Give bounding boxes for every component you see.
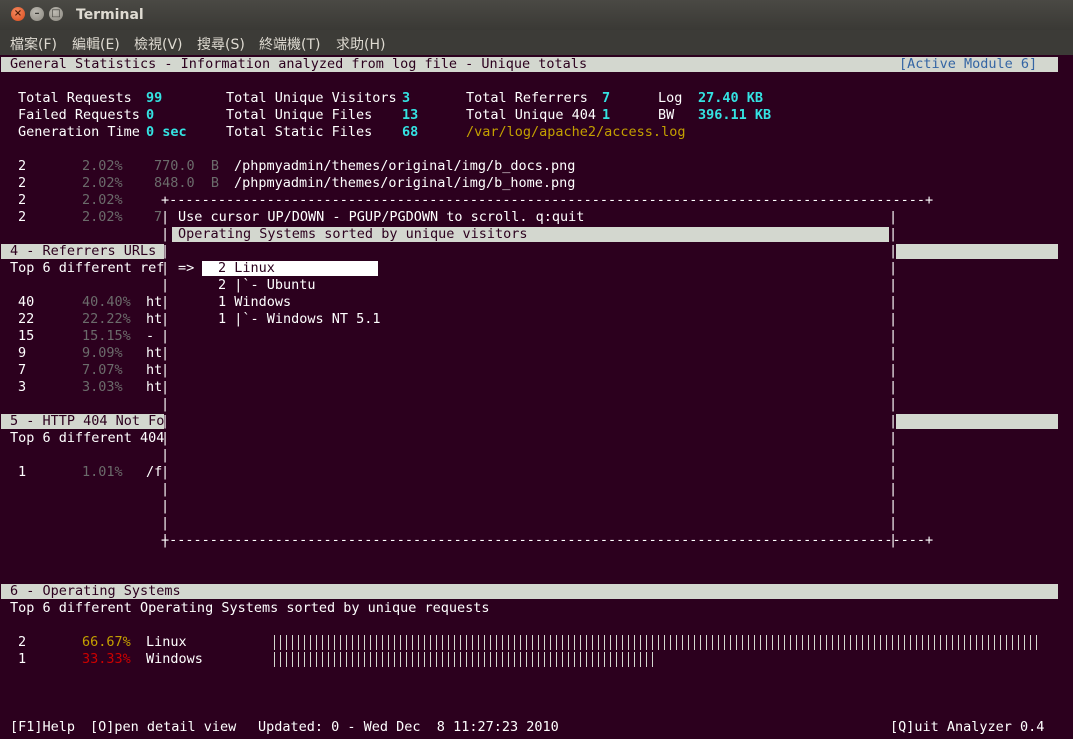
file-percent: 2.02% (82, 175, 123, 191)
file-count: 2 (18, 175, 27, 191)
os-title: 6 - Operating Systems (10, 583, 181, 599)
notfound-url: /f (146, 464, 163, 480)
file-size: 770.0 B (154, 158, 220, 174)
bandwidth-label: BW (658, 107, 675, 123)
menu-terminal[interactable]: 終端機(T) (259, 34, 320, 54)
os-subtitle: Top 6 different Operating Systems sorted… (10, 600, 490, 616)
dialog-item[interactable]: 1 |`- Windows NT 5.1 (218, 311, 381, 328)
os-name: Windows (146, 651, 203, 667)
dialog-hint: Use cursor UP/DOWN - PGUP/PGDOWN to scro… (178, 209, 585, 225)
static-files-label: Total Static Files (226, 124, 373, 140)
os-percent: 66.67% (82, 634, 131, 650)
referrer-count: 3 (18, 379, 27, 395)
referrers-title: 4 - Referrers URLs (10, 243, 157, 259)
file-percent: 2.02% (82, 209, 123, 225)
failed-requests-value: 0 (146, 107, 155, 123)
os-name: Linux (146, 634, 187, 650)
menu-search[interactable]: 搜尋(S) (197, 34, 245, 54)
quit-shortcut[interactable]: [Q]uit Analyzer 0.4 (890, 719, 1044, 736)
dialog-item-selected[interactable]: 2 Linux (218, 260, 275, 277)
log-size-label: Log (658, 90, 683, 106)
referrer-percent: 7.07% (82, 362, 123, 378)
os-percent: 33.33% (82, 651, 131, 667)
os-count: 2 (18, 634, 27, 650)
menubar: 檔案(F) 編輯(E) 檢視(V) 搜尋(S) 終端機(T) 求助(H) (0, 30, 1073, 55)
referrer-url: ht (146, 294, 163, 310)
notfound-percent: 1.01% (82, 464, 123, 480)
referrers-value: 7 (602, 90, 611, 106)
total-requests-label: Total Requests (18, 90, 132, 106)
menu-edit[interactable]: 編輯(E) (72, 34, 120, 54)
maximize-window-button[interactable]: □ (49, 7, 63, 21)
dialog-border-left: | | | | | | | | | | | | | | | | | | | | (161, 209, 170, 548)
referrer-url: ht (146, 311, 163, 327)
referrers-subtitle: Top 6 different ref (10, 260, 165, 276)
failed-requests-label: Failed Requests (18, 107, 140, 123)
file-percent: 2.02% (82, 158, 123, 174)
window-title: Terminal (76, 7, 144, 23)
unique-404-label: Total Unique 404 (466, 107, 597, 123)
dialog-item[interactable]: 2 |`- Ubuntu (218, 277, 316, 294)
total-requests-value: 99 (146, 90, 163, 106)
referrer-percent: 9.09% (82, 345, 123, 361)
file-path: /phpmyadmin/themes/original/img/b_home.p… (234, 175, 576, 191)
file-percent: 2.02% (82, 192, 123, 208)
generation-time-label: Generation Time (18, 124, 140, 140)
notfound-subtitle: Top 6 different 404 (10, 430, 165, 446)
log-size-value: 27.40 KB (698, 90, 764, 106)
dialog-item[interactable]: 1 Windows (218, 294, 291, 311)
referrer-percent: 3.03% (82, 379, 123, 395)
menu-view[interactable]: 檢視(V) (134, 34, 183, 54)
bandwidth-value: 396.11 KB (698, 107, 772, 123)
generation-time-value: 0 sec (146, 124, 187, 140)
dialog-border-top: +---------------------------------------… (161, 192, 934, 208)
help-shortcut[interactable]: [F1]Help (10, 719, 75, 736)
file-count: 2 (18, 158, 27, 174)
dialog-background (164, 195, 896, 543)
unique-files-value: 13 (402, 107, 419, 123)
header-title: General Statistics - Information analyze… (10, 56, 588, 72)
open-detail-shortcut[interactable]: [O]pen detail view (90, 719, 236, 736)
terminal-screen[interactable]: General Statistics - Information analyze… (1, 55, 1072, 739)
window-titlebar: × – □ Terminal (0, 0, 1073, 30)
file-count: 2 (18, 192, 27, 208)
referrer-url: - (146, 328, 155, 344)
menu-file[interactable]: 檔案(F) (10, 34, 57, 54)
file-path: /phpmyadmin/themes/original/img/b_docs.p… (234, 158, 576, 174)
os-count: 1 (18, 651, 27, 667)
referrer-percent: 22.22% (82, 311, 131, 327)
os-share-bar (274, 652, 658, 667)
referrer-url: ht (146, 379, 163, 395)
dialog-border-right: | | | | | | | | | | | | | | | | | | | | (889, 209, 898, 548)
updated-status: Updated: 0 - Wed Dec 8 11:27:23 2010 (258, 719, 559, 735)
dialog-title: Operating Systems sorted by unique visit… (178, 226, 528, 242)
referrer-count: 7 (18, 362, 27, 378)
file-size: 848.0 B (154, 175, 220, 191)
dialog-border-bottom: +---------------------------------------… (161, 532, 934, 548)
file-count: 2 (18, 209, 27, 225)
minimize-window-button[interactable]: – (30, 7, 44, 21)
close-window-button[interactable]: × (11, 7, 25, 21)
notfound-count: 1 (18, 464, 27, 480)
unique-visitors-value: 3 (402, 90, 411, 106)
os-share-bar (274, 635, 1042, 650)
referrer-count: 15 (18, 328, 35, 344)
dialog-cursor-arrow: => (178, 260, 195, 276)
menu-help[interactable]: 求助(H) (336, 34, 385, 54)
referrer-count: 9 (18, 345, 27, 361)
referrer-percent: 15.15% (82, 328, 131, 344)
referrer-url: ht (146, 345, 163, 361)
unique-files-label: Total Unique Files (226, 107, 373, 123)
referrer-count: 22 (18, 311, 35, 327)
referrers-label: Total Referrers (466, 90, 588, 106)
referrer-percent: 40.40% (82, 294, 131, 310)
unique-404-value: 1 (602, 107, 611, 123)
active-module-label: [Active Module 6] (899, 56, 1038, 72)
referrer-url: ht (146, 362, 163, 378)
notfound-title: 5 - HTTP 404 Not Fo (10, 413, 165, 429)
referrer-count: 40 (18, 294, 35, 310)
log-path: /var/log/apache2/access.log (466, 124, 686, 140)
unique-visitors-label: Total Unique Visitors (226, 90, 397, 106)
static-files-value: 68 (402, 124, 419, 140)
